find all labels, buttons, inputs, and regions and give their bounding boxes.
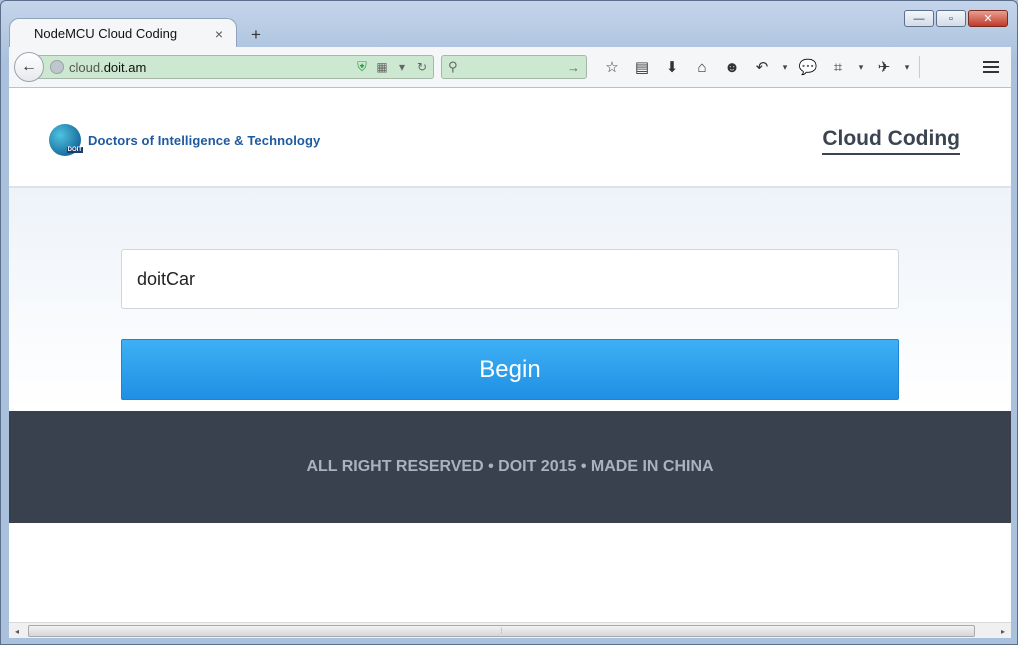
tab-bar: NodeMCU Cloud Coding × + <box>9 18 271 48</box>
magnifier-icon: ⚲ <box>448 59 458 74</box>
toolbar-icons: ☆ ▤ ⬇ ⌂ ☻ ↶ ▾ 💬 ⌗ ▾ ✈ ▾ <box>597 55 924 79</box>
search-go-icon[interactable]: → <box>567 60 580 75</box>
new-tab-button[interactable]: + <box>241 22 271 48</box>
home-icon[interactable]: ⌂ <box>687 55 717 79</box>
doit-logo-icon: DOIT <box>49 124 83 156</box>
url-text[interactable]: cloud.doit.am <box>69 60 353 75</box>
reload-icon[interactable]: ↻ <box>413 60 431 74</box>
chevron-down-icon[interactable]: ▾ <box>899 55 915 79</box>
navigation-toolbar: ← cloud.doit.am ⛨ ▦ ▾ ↻ ⚲ → ☆ ▤ ⬇ ⌂ ☻ ↶ … <box>9 47 1011 88</box>
scroll-left-icon[interactable]: ◂ <box>9 623 25 639</box>
undo-icon[interactable]: ↶ <box>747 55 777 79</box>
chevron-down-icon[interactable]: ▾ <box>393 60 411 74</box>
minimize-button[interactable]: — <box>904 10 934 27</box>
scrollbar-thumb[interactable]: ⦙ <box>28 625 975 637</box>
site-header: DOIT Doctors of Intelligence & Technolog… <box>9 88 1011 188</box>
shield-icon[interactable]: ⛨ <box>353 59 371 75</box>
scroll-right-icon[interactable]: ▸ <box>995 623 1011 639</box>
qr-code-icon[interactable]: ▦ <box>373 60 391 74</box>
reading-list-icon[interactable]: ▤ <box>627 55 657 79</box>
browser-window: — ▫ ✕ NodeMCU Cloud Coding × + ← cloud.d… <box>0 0 1018 645</box>
footer-text: ALL RIGHT RESERVED • DOIT 2015 • MADE IN… <box>306 458 714 475</box>
maximize-button[interactable]: ▫ <box>936 10 966 27</box>
begin-button[interactable]: Begin <box>121 339 899 400</box>
page-viewport: DOIT Doctors of Intelligence & Technolog… <box>9 88 1011 622</box>
crop-icon[interactable]: ⌗ <box>823 55 853 79</box>
url-prefix: cloud. <box>69 59 104 75</box>
download-icon[interactable]: ⬇ <box>657 55 687 79</box>
chat-icon[interactable]: 💬 <box>793 55 823 79</box>
logo-sub-text: DOIT <box>66 147 83 153</box>
logo-text: Doctors of Intelligence & Technology <box>88 132 321 148</box>
window-controls: — ▫ ✕ <box>904 10 1008 27</box>
chevron-down-icon[interactable]: ▾ <box>777 55 793 79</box>
close-window-button[interactable]: ✕ <box>968 10 1008 27</box>
tab-nodemcu-cloud-coding[interactable]: NodeMCU Cloud Coding × <box>9 18 237 48</box>
site-logo[interactable]: DOIT Doctors of Intelligence & Technolog… <box>49 124 320 156</box>
site-footer: ALL RIGHT RESERVED • DOIT 2015 • MADE IN… <box>9 411 1011 523</box>
chevron-down-icon[interactable]: ▾ <box>853 55 869 79</box>
toolbar-divider <box>919 56 920 78</box>
smiley-icon[interactable]: ☻ <box>717 55 747 79</box>
menu-icon[interactable] <box>977 55 1005 79</box>
tab-close-icon[interactable]: × <box>212 26 226 42</box>
project-name-input[interactable] <box>121 249 899 309</box>
address-bar[interactable]: cloud.doit.am ⛨ ▦ ▾ ↻ <box>37 55 434 79</box>
back-button[interactable]: ← <box>14 52 44 82</box>
nav-link-cloud-coding[interactable]: Cloud Coding <box>822 127 960 155</box>
search-bar[interactable]: ⚲ → <box>441 55 587 79</box>
star-icon[interactable]: ☆ <box>597 55 627 79</box>
globe-icon <box>50 60 64 74</box>
url-domain: doit.am <box>103 59 147 75</box>
hero-section: Begin <box>9 188 1011 411</box>
tab-title: NodeMCU Cloud Coding <box>34 26 178 41</box>
extension-icon[interactable]: ✈ <box>869 55 899 79</box>
horizontal-scrollbar[interactable]: ◂ ⦙ ▸ <box>9 622 1011 638</box>
grip-icon: ⦙ <box>500 626 503 635</box>
